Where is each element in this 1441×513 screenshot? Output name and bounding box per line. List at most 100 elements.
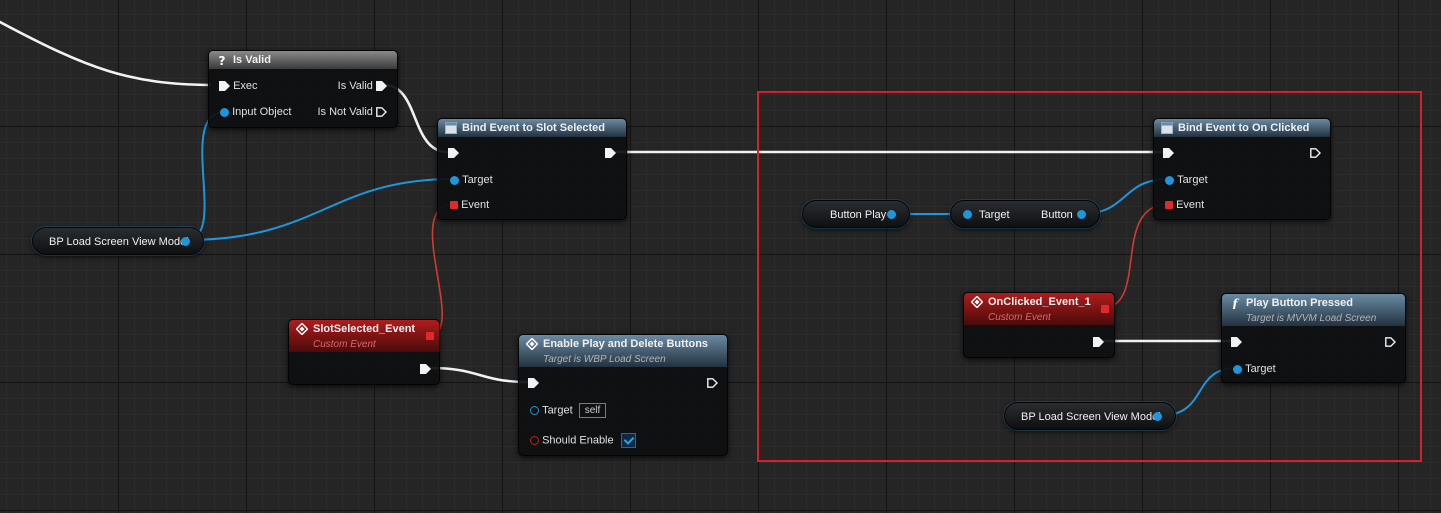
node-title: SlotSelected_Event — [313, 323, 416, 335]
node-subtitle: Custom Event — [988, 312, 1051, 323]
object-pin-icon — [1165, 175, 1174, 185]
object-pin-icon[interactable] — [887, 210, 896, 219]
exec-output-pin[interactable] — [1310, 146, 1321, 160]
node-header: SlotSelected_Event Custom Event — [289, 320, 439, 352]
node-title: Is Valid — [233, 54, 271, 66]
delegate-pin-icon — [450, 201, 458, 210]
variable-label: BP Load Screen View Model — [1021, 411, 1161, 423]
exec-pin-icon — [376, 81, 387, 92]
delegate-wire-slotselected[interactable] — [427, 203, 455, 337]
object-wire-viewmodel-to-isvalid[interactable] — [185, 111, 226, 241]
target-pin[interactable]: Target — [1233, 362, 1276, 376]
object-wire-viewmodel-to-target[interactable] — [185, 178, 455, 241]
exec-pin-outline-icon — [1385, 337, 1396, 347]
bind-event-on-clicked-node[interactable]: Bind Event to On Clicked Target Event — [1153, 118, 1331, 220]
play-button-pressed-node[interactable]: f Play Button Pressed Target is MVVM Loa… — [1221, 293, 1406, 383]
variable-label: BP Load Screen View Model — [49, 236, 189, 248]
exec-input-pin[interactable] — [528, 376, 539, 390]
object-pin-icon — [450, 175, 459, 185]
pin-label: Target — [1177, 174, 1208, 187]
exec-pin-icon — [605, 148, 616, 159]
exec-output-pin[interactable] — [605, 146, 616, 160]
exec-wire-slotselected-to-enable[interactable] — [428, 366, 530, 384]
exec-input-pin[interactable] — [1231, 335, 1242, 349]
exec-pin-icon — [528, 378, 539, 389]
exec-output-pin[interactable] — [707, 376, 718, 390]
bind-event-slot-selected-node[interactable]: Bind Event to Slot Selected Target Event — [437, 118, 627, 220]
bp-load-screen-view-model-variable[interactable]: BP Load Screen View Model — [32, 227, 204, 255]
blueprint-graph-canvas[interactable]: ? Is Valid Exec Input Object Is Valid Is… — [0, 0, 1441, 513]
target-pin[interactable]: Target self — [530, 403, 607, 418]
pin-label: Event — [461, 199, 490, 212]
node-header: ? Is Valid — [209, 51, 397, 69]
object-pin-icon[interactable] — [181, 237, 190, 246]
object-pin-icon — [220, 107, 229, 117]
bool-pin-icon — [530, 436, 539, 445]
object-pin-icon[interactable] — [1153, 412, 1162, 421]
pin-label: Exec — [233, 80, 258, 93]
bp-load-screen-view-model-variable[interactable]: BP Load Screen View Model — [1004, 402, 1176, 430]
exec-output-pin[interactable] — [420, 362, 431, 376]
event-pin[interactable]: Event — [1165, 198, 1204, 212]
exec-input-pin[interactable] — [1163, 146, 1174, 160]
target-pin[interactable]: Target — [1165, 173, 1208, 187]
slot-selected-event-node[interactable]: SlotSelected_Event Custom Event — [288, 319, 440, 385]
exec-pin-icon — [1231, 337, 1242, 348]
svg-text:f: f — [1231, 297, 1239, 309]
exec-pin-icon — [420, 364, 431, 375]
pin-label: Target — [542, 404, 573, 417]
event-diamond-icon — [971, 296, 983, 308]
event-diamond-icon — [296, 323, 308, 335]
onclicked-event-node[interactable]: OnClicked_Event_1 Custom Event — [963, 292, 1115, 358]
node-header: OnClicked_Event_1 Custom Event — [964, 293, 1114, 325]
should-enable-pin[interactable]: Should Enable — [530, 433, 636, 448]
exec-pin-outline-icon — [707, 378, 718, 388]
button-play-variable[interactable]: Button Play — [802, 200, 910, 228]
is-valid-output-pin[interactable]: Is Valid — [338, 79, 387, 93]
target-pin[interactable]: Target — [450, 173, 493, 187]
is-not-valid-output-pin[interactable]: Is Not Valid — [318, 105, 388, 119]
get-button-node[interactable]: Target Button — [950, 200, 1100, 228]
function-box-icon — [1161, 122, 1173, 134]
input-object-pin[interactable]: Input Object — [220, 105, 291, 119]
enable-play-and-delete-buttons-node[interactable]: Enable Play and Delete Buttons Target is… — [518, 334, 728, 456]
exec-input-pin[interactable] — [448, 146, 459, 160]
object-output-pin-icon[interactable] — [1077, 210, 1086, 219]
delegate-output-pin[interactable] — [426, 332, 434, 340]
exec-wire-incoming[interactable] — [0, 20, 212, 87]
pin-label: Target — [1245, 363, 1276, 376]
node-subtitle: Target is WBP Load Screen — [543, 354, 666, 365]
event-pin[interactable]: Event — [450, 198, 489, 212]
target-label: Target — [979, 209, 1010, 221]
exec-input-pin[interactable]: Exec — [219, 79, 258, 93]
pin-label: Event — [1176, 199, 1205, 212]
node-header: Enable Play and Delete Buttons Target is… — [519, 335, 727, 367]
exec-pin-icon — [1093, 337, 1104, 348]
function-box-icon — [445, 122, 457, 134]
function-diamond-icon — [526, 338, 538, 350]
should-enable-checkbox[interactable] — [620, 433, 636, 448]
node-title: Play Button Pressed — [1246, 297, 1353, 309]
output-label: Button — [1041, 209, 1073, 221]
delegate-pin-icon — [1165, 201, 1173, 210]
node-header: Bind Event to Slot Selected — [438, 119, 626, 137]
object-input-pin-icon[interactable] — [963, 210, 972, 219]
exec-pin-icon — [1163, 148, 1174, 159]
function-f-icon: f — [1231, 297, 1239, 309]
is-valid-node[interactable]: ? Is Valid Exec Input Object Is Valid Is… — [208, 50, 398, 128]
pin-label: Input Object — [232, 106, 292, 119]
exec-output-pin[interactable] — [1385, 335, 1396, 349]
object-pin-icon — [530, 406, 539, 415]
exec-output-pin[interactable] — [1093, 335, 1104, 349]
exec-pin-icon — [448, 148, 459, 159]
exec-pin-outline-icon — [376, 107, 387, 117]
variable-label: Button Play — [830, 209, 887, 221]
node-title: Bind Event to On Clicked — [1178, 122, 1310, 134]
node-subtitle: Custom Event — [313, 339, 376, 350]
target-default-value[interactable]: self — [578, 403, 607, 418]
node-title: OnClicked_Event_1 — [988, 296, 1091, 308]
delegate-output-pin[interactable] — [1101, 305, 1109, 313]
exec-pin-outline-icon — [1310, 148, 1321, 158]
node-subtitle: Target is MVVM Load Screen — [1246, 313, 1377, 324]
object-pin-icon — [1233, 364, 1242, 374]
